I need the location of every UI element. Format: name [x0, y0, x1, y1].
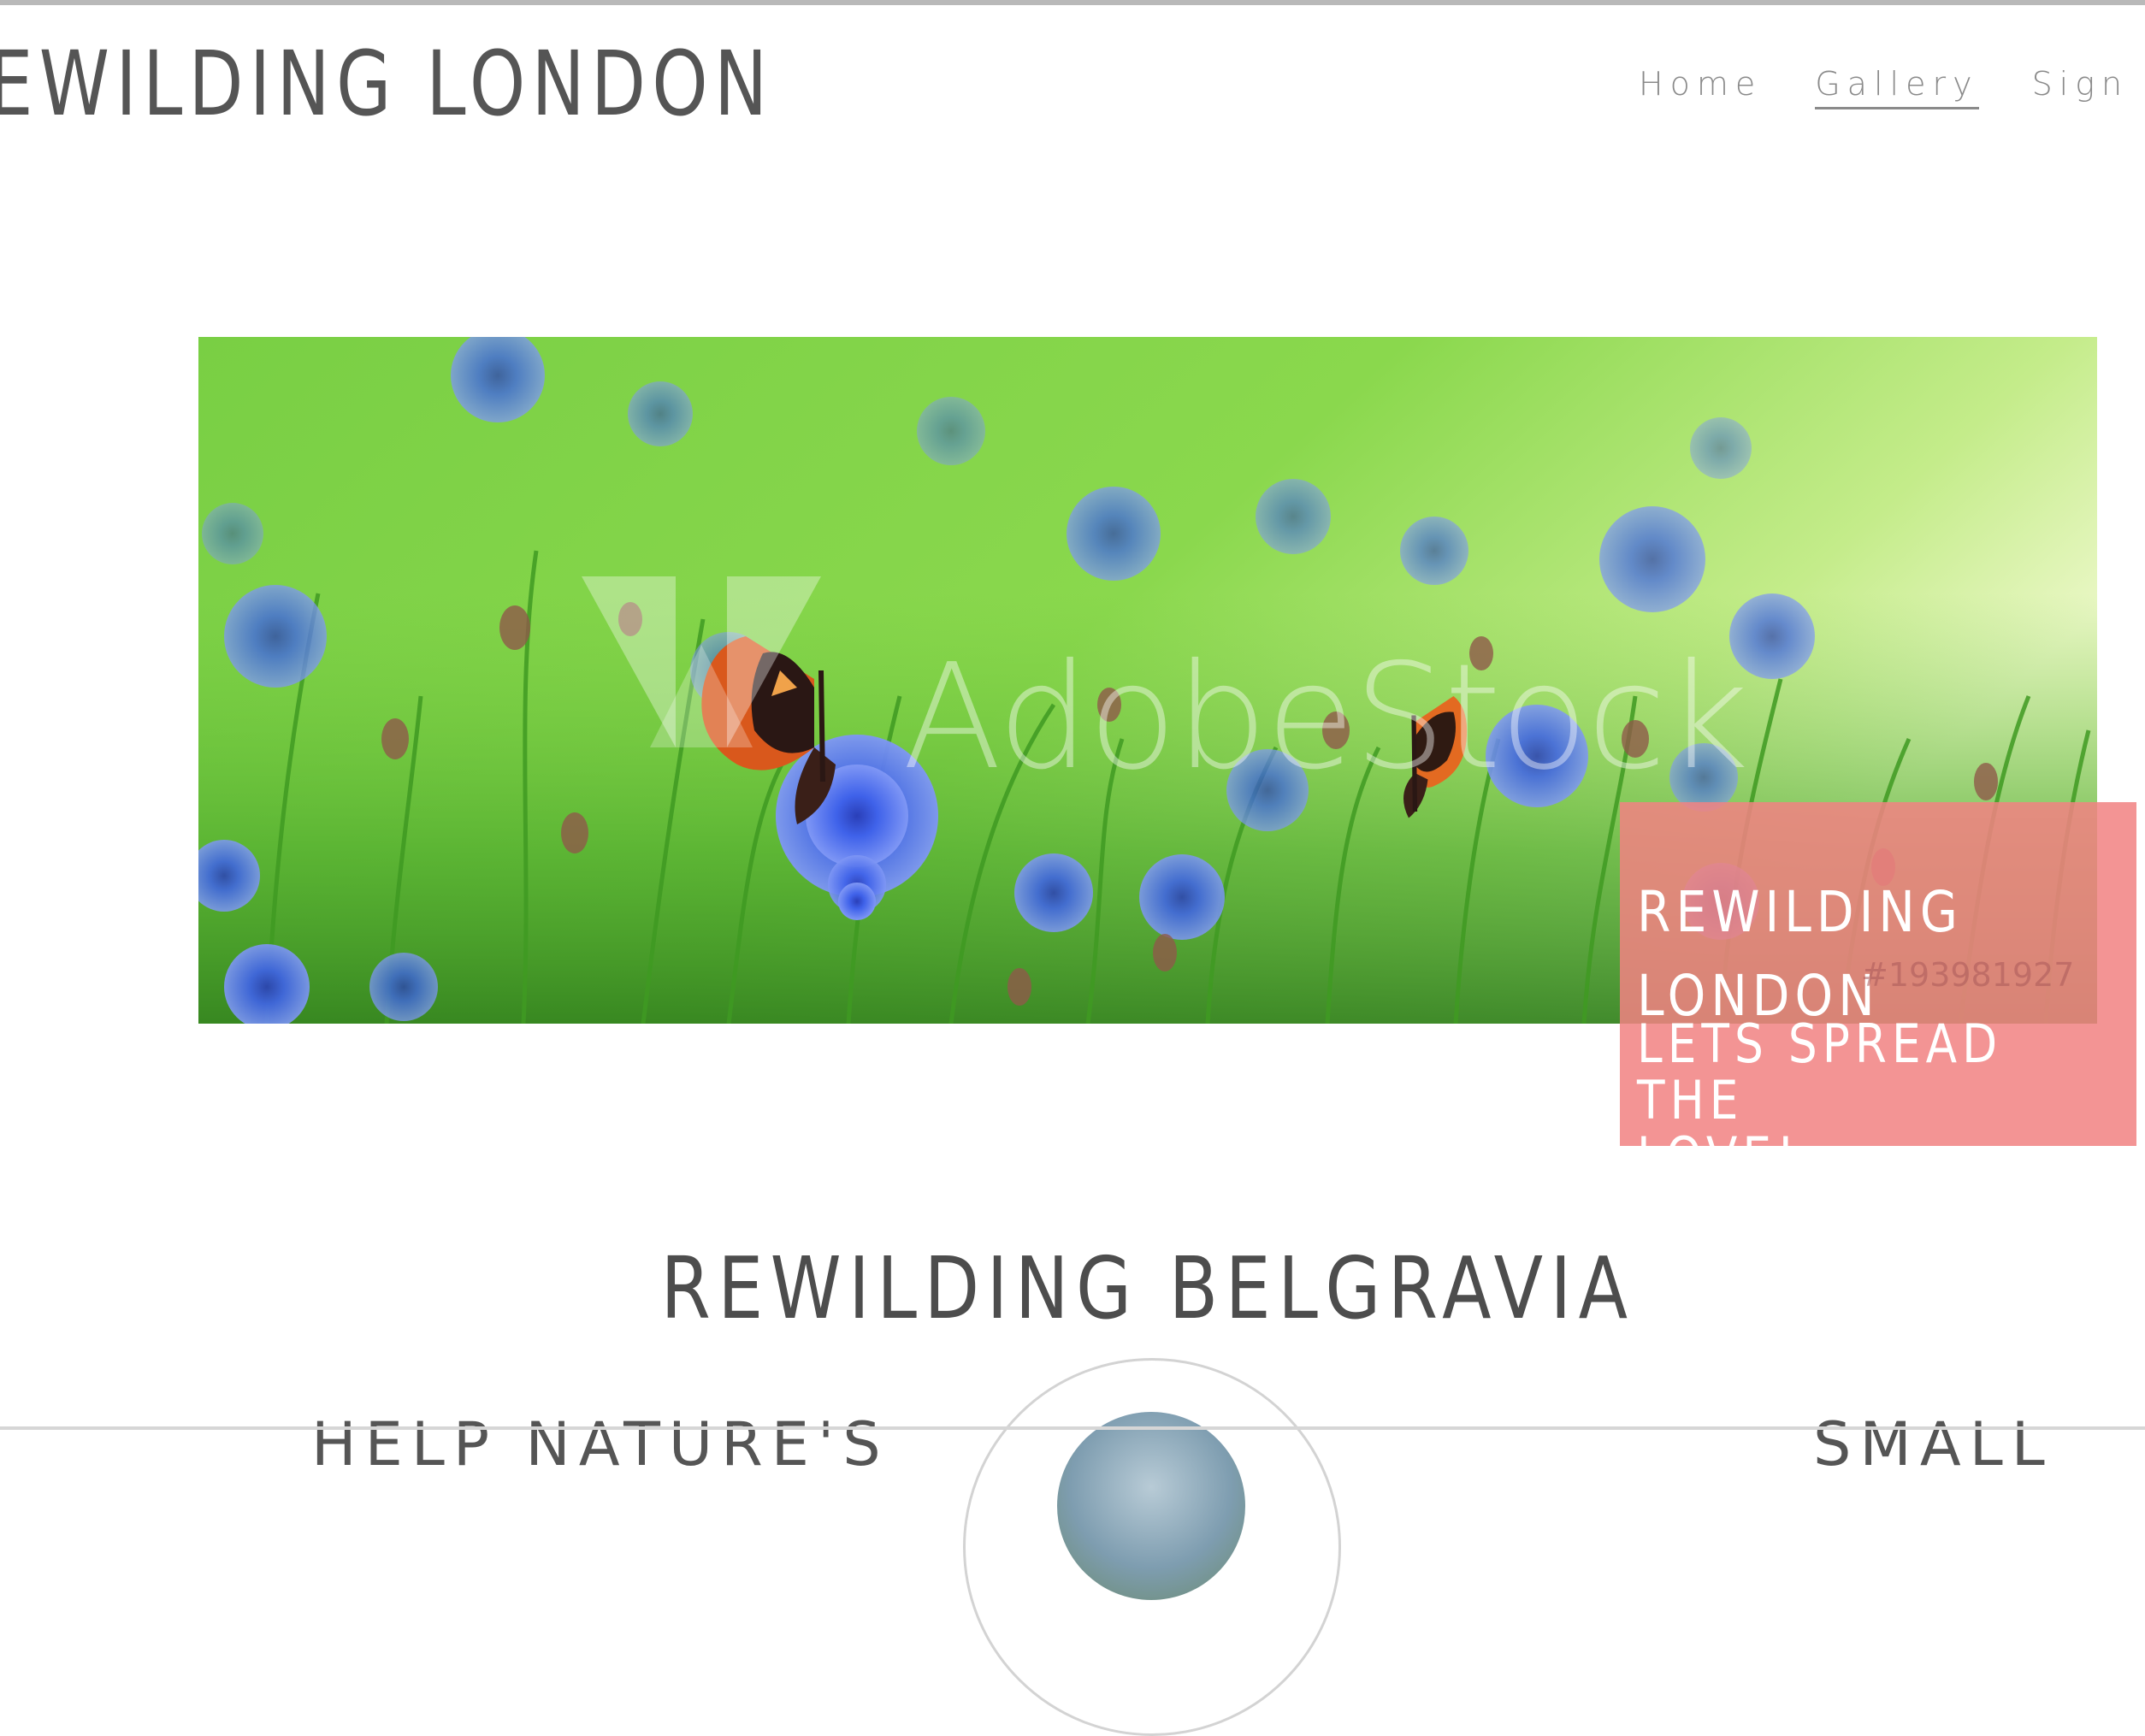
- site-title[interactable]: EWILDING LONDON: [0, 39, 773, 128]
- column-heading-right: SMALL: [1813, 1409, 2053, 1479]
- viewport-bottom-border: [0, 1426, 2145, 1430]
- section-title: REWILDING BELGRAVIA: [660, 1238, 1635, 1338]
- adobe-stock-watermark-text: AdobeStock: [902, 633, 1749, 802]
- callout-subtitle: LETS SPREAD THE LOVE!: [1637, 1013, 2003, 1188]
- column-heading-left: HELP NATURE'S: [311, 1409, 889, 1479]
- stock-image-id: #193981927: [1861, 956, 2075, 994]
- browser-top-border: [0, 0, 2145, 5]
- nav-home-link[interactable]: Home: [1639, 65, 1762, 109]
- nav-signup-link[interactable]: Sign Up: [2032, 65, 2145, 109]
- feature-circle-image: [1057, 1412, 1245, 1600]
- nav-gallery-link[interactable]: Gallery: [1815, 65, 1979, 109]
- adobe-stock-logo-watermark: [582, 576, 821, 747]
- main-nav: Home Gallery Sign Up: [1639, 65, 2145, 109]
